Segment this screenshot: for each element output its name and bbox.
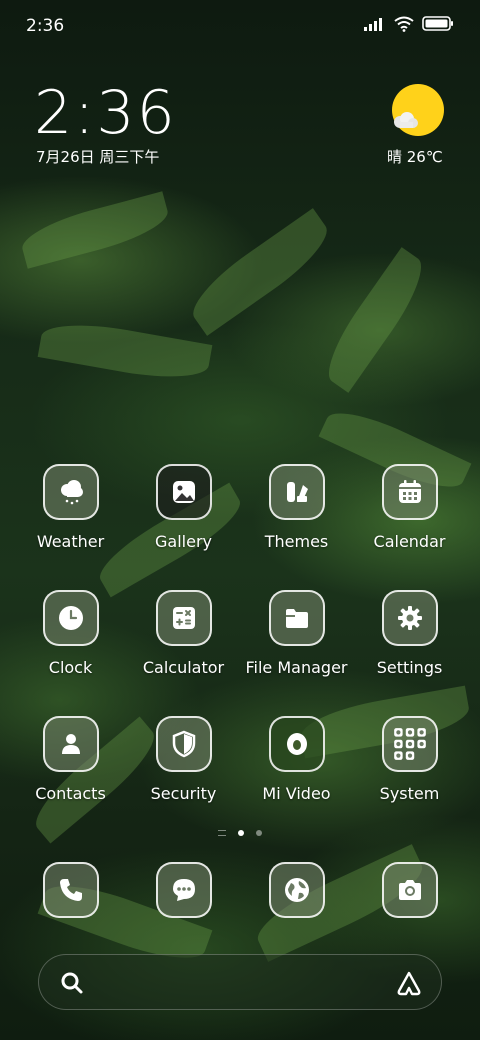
browser-icon bbox=[268, 862, 325, 918]
dock-browser[interactable] bbox=[240, 862, 353, 918]
dock-phone[interactable] bbox=[14, 862, 127, 918]
status-bar: 2:36 bbox=[26, 14, 454, 38]
clock-icon bbox=[42, 590, 99, 646]
wallpaper-leaf bbox=[181, 208, 339, 336]
person-icon bbox=[42, 716, 99, 772]
message-icon bbox=[155, 862, 212, 918]
sun-icon[interactable] bbox=[392, 84, 444, 136]
weather-icon bbox=[42, 464, 99, 520]
app-label: Settings bbox=[376, 658, 443, 677]
app-label: Security bbox=[150, 784, 217, 803]
phone-icon bbox=[42, 862, 99, 918]
themes-icon bbox=[268, 464, 325, 520]
app-gallery[interactable]: Gallery bbox=[127, 464, 240, 551]
app-security[interactable]: Security bbox=[127, 716, 240, 803]
app-label: Calendar bbox=[373, 532, 446, 551]
page-indicator[interactable] bbox=[0, 830, 480, 836]
gallery-icon bbox=[155, 464, 212, 520]
app-calendar[interactable]: Calendar bbox=[353, 464, 466, 551]
calendar-icon bbox=[381, 464, 438, 520]
clock-widget-time[interactable]: 2:36 bbox=[34, 78, 177, 148]
app-label: System bbox=[379, 784, 440, 803]
app-label: Gallery bbox=[155, 532, 212, 551]
app-label: Clock bbox=[48, 658, 93, 677]
dock-camera[interactable] bbox=[353, 862, 466, 918]
camera-icon bbox=[381, 862, 438, 918]
clock-widget-date: 7月26日 周三下午 bbox=[36, 148, 160, 166]
status-time: 2:36 bbox=[26, 16, 65, 36]
folder-grid-icon bbox=[381, 716, 438, 772]
wallpaper-leaf bbox=[17, 191, 173, 269]
app-drawer-indicator-icon bbox=[218, 830, 226, 836]
page-dot-active bbox=[238, 830, 244, 836]
app-settings[interactable]: Settings bbox=[353, 590, 466, 677]
gear-icon bbox=[381, 590, 438, 646]
app-contacts[interactable]: Contacts bbox=[14, 716, 127, 803]
app-mi-video[interactable]: Mi Video bbox=[240, 716, 353, 803]
app-clock[interactable]: Clock bbox=[14, 590, 127, 677]
assistant-icon[interactable] bbox=[395, 969, 423, 1001]
app-themes[interactable]: Themes bbox=[240, 464, 353, 551]
cloud-icon bbox=[394, 112, 418, 128]
app-label: Contacts bbox=[35, 784, 106, 803]
search-bar[interactable] bbox=[38, 954, 442, 1010]
search-icon[interactable] bbox=[59, 970, 85, 1000]
app-weather[interactable]: Weather bbox=[14, 464, 127, 551]
shield-icon bbox=[155, 716, 212, 772]
folder-icon bbox=[268, 590, 325, 646]
app-label: File Manager bbox=[245, 658, 348, 677]
app-label: Calculator bbox=[142, 658, 225, 677]
weather-condition-temp: 晴 26℃ bbox=[387, 148, 443, 166]
app-label: Themes bbox=[264, 532, 329, 551]
wifi-icon bbox=[394, 16, 414, 37]
calculator-icon bbox=[155, 590, 212, 646]
video-icon bbox=[268, 716, 325, 772]
app-file-manager[interactable]: File Manager bbox=[240, 590, 353, 677]
app-system-folder[interactable]: System bbox=[353, 716, 466, 803]
signal-icon bbox=[364, 16, 386, 36]
wallpaper-leaf bbox=[315, 247, 435, 393]
app-calculator[interactable]: Calculator bbox=[127, 590, 240, 677]
wallpaper-leaf bbox=[37, 315, 213, 387]
battery-icon bbox=[422, 16, 454, 36]
dock-messages[interactable] bbox=[127, 862, 240, 918]
app-label: Weather bbox=[36, 532, 105, 551]
app-label: Mi Video bbox=[262, 784, 331, 803]
page-dot bbox=[256, 830, 262, 836]
